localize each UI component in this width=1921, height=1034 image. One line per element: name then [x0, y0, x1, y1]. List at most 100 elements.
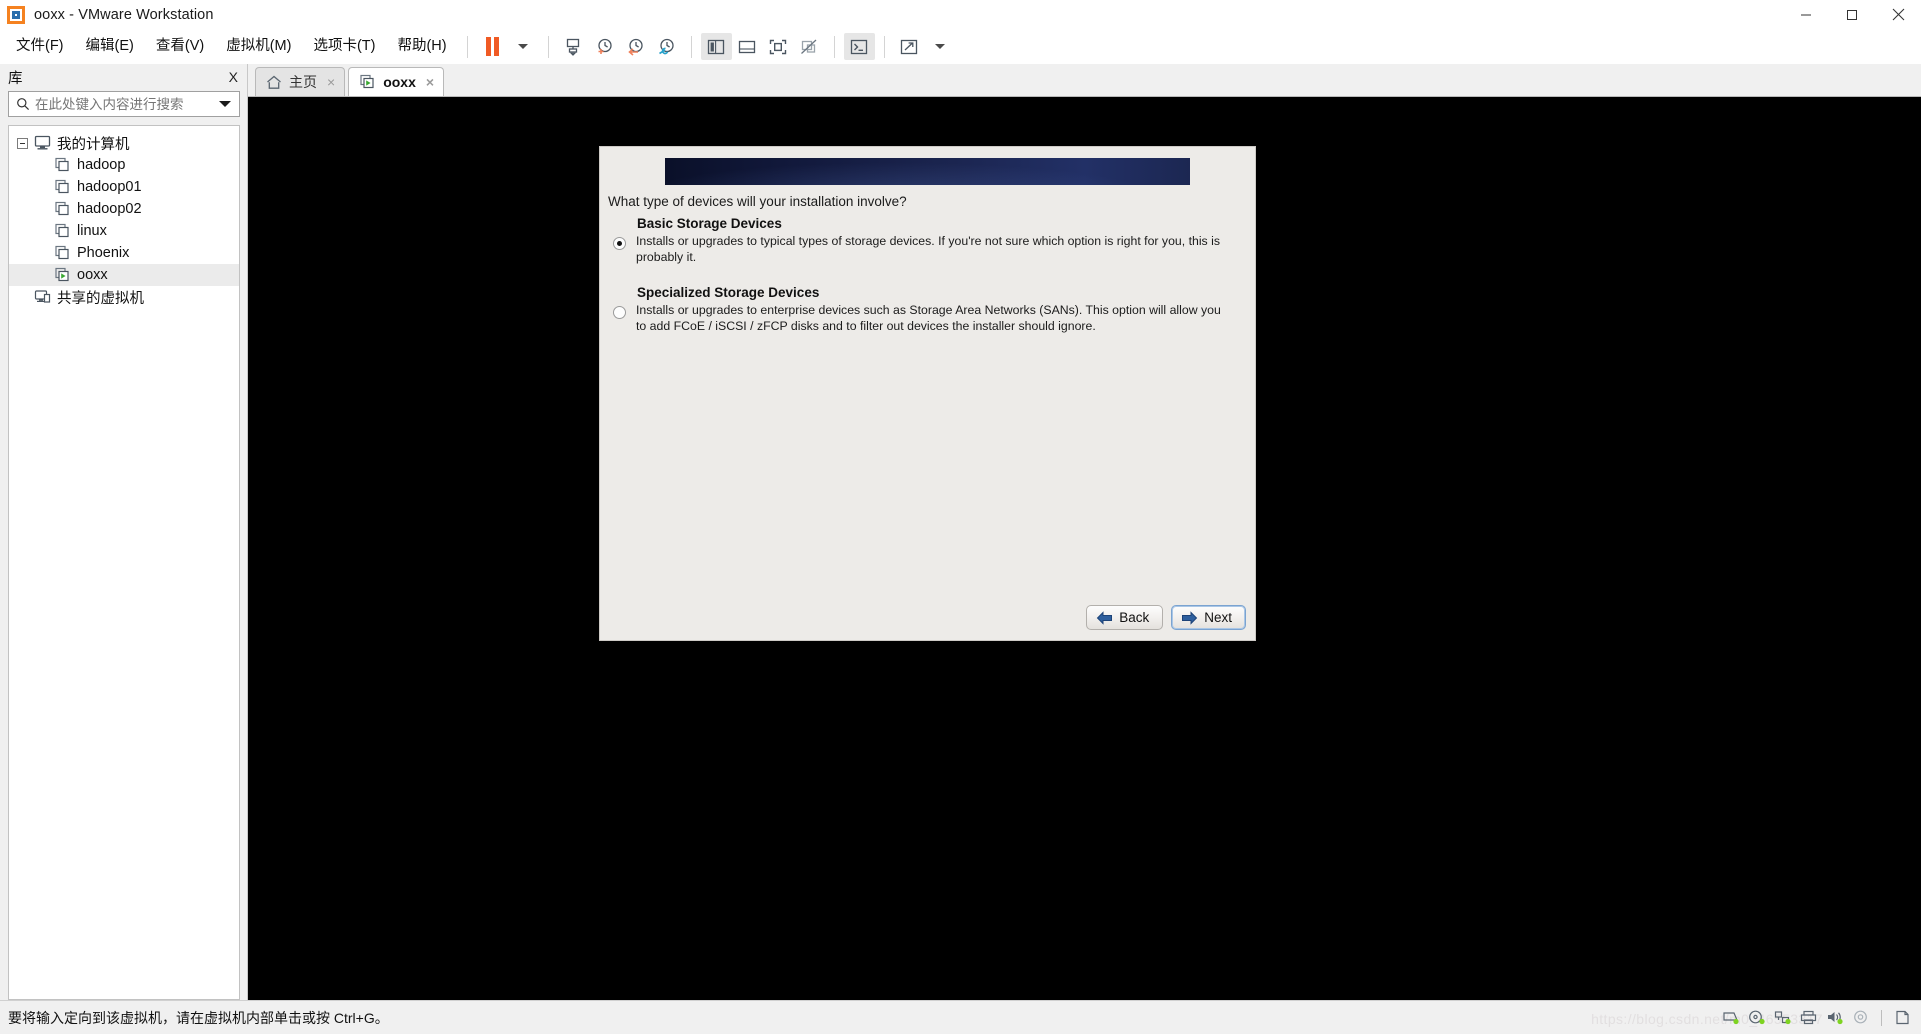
maximize-button[interactable] — [1829, 0, 1875, 29]
manage-snapshots-button[interactable] — [651, 33, 682, 60]
storage-option-specialized[interactable]: Specialized Storage Devices Installs or … — [608, 284, 1228, 334]
next-button[interactable]: Next — [1171, 605, 1246, 630]
console-button[interactable] — [843, 33, 875, 60]
arrow-right-icon — [1182, 610, 1198, 625]
search-icon — [17, 98, 30, 111]
close-button[interactable] — [1875, 0, 1921, 29]
take-snapshot-button[interactable] — [589, 33, 620, 60]
revert-snapshot-button[interactable] — [620, 33, 651, 60]
tree-item-label: 我的计算机 — [57, 136, 130, 153]
home-icon — [267, 75, 281, 89]
sidebar-panel-icon — [707, 39, 725, 54]
tree-item-linux[interactable]: linux — [9, 220, 239, 242]
anaconda-installer-dialog: What type of devices will your installat… — [600, 147, 1255, 640]
vm-running-icon — [55, 267, 69, 282]
tab-ooxx[interactable]: ooxx × — [348, 67, 445, 96]
show-library-button[interactable] — [700, 33, 732, 60]
toolbar-separator — [690, 35, 692, 58]
menu-tabs[interactable]: 选项卡(T) — [302, 33, 386, 60]
close-icon[interactable]: X — [229, 69, 238, 85]
hard-disk-icon[interactable] — [1722, 1010, 1739, 1025]
storage-option-basic[interactable]: Basic Storage Devices Installs or upgrad… — [608, 215, 1228, 265]
next-label: Next — [1204, 610, 1232, 625]
tree-item-hadoop02[interactable]: hadoop02 — [9, 198, 239, 220]
tab-label: ooxx — [383, 74, 416, 90]
tab-close-icon[interactable]: × — [426, 74, 434, 90]
menu-help[interactable]: 帮助(H) — [386, 33, 457, 60]
tree-item-my-computer[interactable]: 我的计算机 — [9, 132, 239, 154]
stretch-button[interactable] — [894, 33, 925, 60]
unity-button[interactable] — [794, 33, 825, 60]
clock-back-icon — [627, 38, 643, 56]
menu-view[interactable]: 查看(V) — [145, 33, 215, 60]
snapshot-manager-button[interactable] — [558, 33, 589, 60]
main-area: 库 X 我的计算机 — [0, 64, 1921, 1000]
network-adapter-icon[interactable] — [1774, 1010, 1791, 1025]
tree-item-hadoop[interactable]: hadoop — [9, 154, 239, 176]
menu-file[interactable]: 文件(F) — [5, 33, 75, 60]
computer-icon — [34, 135, 51, 150]
option-description: Installs or upgrades to enterprise devic… — [636, 303, 1221, 333]
tree-item-label: hadoop02 — [77, 201, 142, 217]
collapse-icon[interactable] — [17, 137, 28, 149]
tree-item-shared-vms[interactable]: 共享的虚拟机 — [9, 286, 239, 308]
tree-item-hadoop01[interactable]: hadoop01 — [9, 176, 239, 198]
vm-tree[interactable]: 我的计算机 hadoop hadoop01 hadoop02 linux Pho… — [8, 125, 240, 1000]
menu-edit[interactable]: 编辑(E) — [75, 33, 145, 60]
menu-vm[interactable]: 虚拟机(M) — [215, 33, 302, 60]
tab-label: 主页 — [289, 74, 317, 90]
installer-question: What type of devices will your installat… — [608, 194, 907, 209]
tree-item-label: ooxx — [77, 267, 108, 283]
menu-toolbar: 文件(F) 编辑(E) 查看(V) 虚拟机(M) 选项卡(T) 帮助(H) — [0, 29, 1921, 64]
library-sidebar: 库 X 我的计算机 — [0, 64, 248, 1000]
vm-icon — [55, 157, 69, 172]
status-bar: 要将输入定向到该虚拟机，请在虚拟机内部单击或按 Ctrl+G。 https://… — [0, 1000, 1921, 1034]
window-title: ooxx - VMware Workstation — [34, 6, 214, 23]
sound-card-icon[interactable] — [1826, 1010, 1843, 1025]
title-bar: ooxx - VMware Workstation — [0, 0, 1921, 29]
radio-specialized-storage[interactable] — [613, 306, 626, 319]
cd-dvd-icon[interactable] — [1748, 1010, 1765, 1025]
clock-wrench-icon — [658, 38, 674, 54]
snapshot-icon — [566, 38, 580, 56]
library-title: 库 — [8, 70, 23, 87]
search-input[interactable] — [35, 96, 219, 112]
power-dropdown[interactable] — [508, 33, 539, 60]
chevron-down-icon[interactable] — [219, 101, 231, 107]
show-thumbnails-button[interactable] — [732, 33, 763, 60]
minimize-button[interactable] — [1783, 0, 1829, 29]
clock-plus-icon — [597, 38, 612, 54]
pause-icon — [485, 37, 499, 56]
stretch-dropdown[interactable] — [925, 33, 956, 60]
window-controls — [1783, 0, 1921, 29]
shared-vm-icon — [34, 290, 51, 303]
tab-close-icon[interactable]: × — [327, 74, 335, 90]
expand-arrows-icon — [900, 39, 918, 54]
option-description: Installs or upgrades to typical types of… — [636, 234, 1221, 264]
device-status-icons — [1722, 1009, 1915, 1026]
tree-item-label: hadoop — [77, 157, 126, 173]
chevron-down-icon — [935, 44, 946, 49]
radio-basic-storage[interactable] — [613, 237, 626, 250]
installer-banner — [665, 158, 1190, 185]
suspend-button[interactable] — [477, 33, 508, 60]
vm-icon — [55, 201, 69, 216]
usb-icon[interactable] — [1852, 1010, 1869, 1025]
chevron-down-icon — [518, 44, 529, 49]
toolbar-separator — [547, 35, 549, 58]
tree-item-phoenix[interactable]: Phoenix — [9, 242, 239, 264]
status-separator — [1881, 1009, 1882, 1026]
tree-item-ooxx[interactable]: ooxx — [9, 264, 239, 286]
fullscreen-button[interactable] — [763, 33, 794, 60]
message-log-icon[interactable] — [1894, 1010, 1911, 1025]
tab-home[interactable]: 主页 × — [255, 67, 346, 96]
printer-icon[interactable] — [1800, 1010, 1817, 1025]
vm-running-icon — [360, 74, 374, 89]
fullscreen-icon — [769, 39, 787, 54]
back-button[interactable]: Back — [1086, 605, 1164, 630]
vm-console-screen[interactable]: What type of devices will your installat… — [248, 97, 1921, 1000]
terminal-icon — [850, 39, 868, 54]
unity-icon — [801, 39, 817, 54]
tree-item-label: linux — [77, 223, 107, 239]
search-box[interactable] — [8, 91, 240, 117]
